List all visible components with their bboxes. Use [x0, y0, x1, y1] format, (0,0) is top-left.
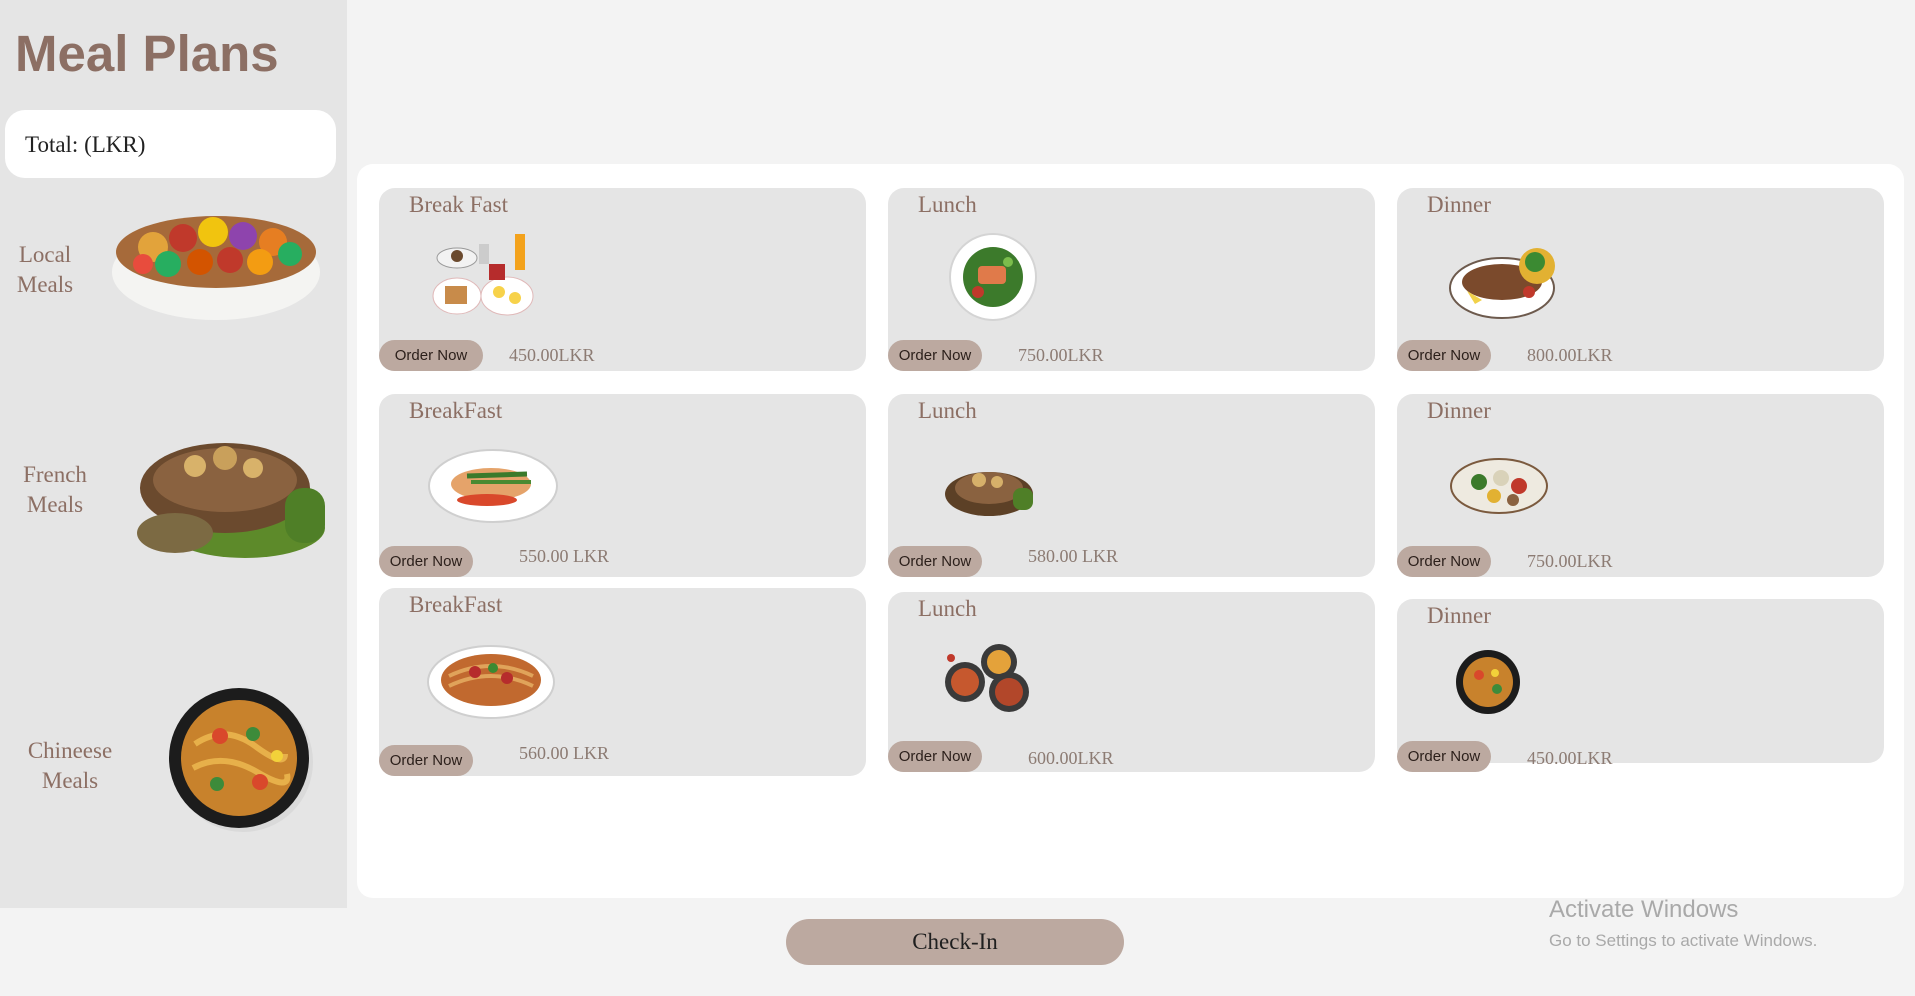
check-in-button[interactable]: Check-In: [786, 919, 1124, 965]
price-label: 750.00LKR: [1018, 345, 1104, 365]
category-local-meals[interactable]: Local Meals: [0, 190, 347, 390]
noodle-pan-icon: [169, 688, 313, 832]
category-french-meals[interactable]: French Meals: [0, 410, 347, 610]
order-now-button[interactable]: Order Now: [379, 745, 473, 776]
card-title: BreakFast: [409, 592, 503, 617]
meal-card-dinner-3: Dinner Order Now 450.00LKR: [1397, 599, 1884, 772]
price-label: 450.00LKR: [1527, 748, 1613, 768]
category-label: Local Meals: [10, 240, 80, 300]
breakfast-platter-icon: [432, 234, 534, 316]
fish-dinner-plate-icon: [1449, 248, 1555, 319]
category-label-line: Chineese: [27, 738, 113, 763]
fish-fillet-plate-icon: [428, 449, 558, 523]
price-label: 550.00 LKR: [519, 546, 609, 566]
order-now-button[interactable]: Order Now: [888, 741, 982, 772]
meal-card-lunch-1: Lunch Order Now 750.00LKR: [888, 188, 1375, 371]
bowls-set-icon: [945, 644, 1029, 712]
total-label: Total: (LKR): [25, 132, 146, 157]
price-label: 750.00LKR: [1527, 551, 1613, 571]
meal-card-dinner-1: Dinner Order Now 800.00LKR: [1397, 188, 1884, 371]
noodle-bowl-icon: [1456, 650, 1520, 714]
grilled-meat-icon: [945, 472, 1033, 516]
meal-card-breakfast-1: Break Fast Order Now 450.00LKR: [379, 188, 866, 371]
meal-card-breakfast-3: BreakFast Order Now 560.00 LKR: [379, 588, 866, 776]
order-now-button[interactable]: Order Now: [1397, 340, 1491, 371]
category-label-line: Meals: [16, 272, 74, 297]
activate-windows-subtitle: Go to Settings to activate Windows.: [1549, 931, 1818, 950]
order-now-button[interactable]: Order Now: [1397, 546, 1491, 577]
order-now-button[interactable]: Order Now: [1397, 741, 1491, 772]
grilled-steak-icon: [137, 443, 325, 558]
activate-windows-title: Activate Windows: [1549, 896, 1739, 923]
meal-card-dinner-2: Dinner Order Now 750.00LKR: [1397, 394, 1884, 577]
price-label: 600.00LKR: [1028, 748, 1114, 768]
card-title: BreakFast: [409, 398, 503, 423]
total-panel: Total: (LKR): [5, 110, 336, 178]
meal-card-lunch-2: Lunch Order Now 580.00 LKR: [888, 394, 1375, 577]
category-chinese-meals[interactable]: Chineese Meals: [0, 688, 347, 890]
card-title: Lunch: [918, 192, 977, 217]
card-title: Dinner: [1427, 192, 1491, 217]
order-now-button[interactable]: Order Now: [888, 340, 982, 371]
card-title: Lunch: [918, 398, 977, 423]
price-label: 800.00LKR: [1527, 345, 1613, 365]
meal-card-lunch-3: Lunch Order Now 600.00LKR: [888, 592, 1375, 772]
category-label-line: French: [23, 462, 87, 487]
card-title: Dinner: [1427, 603, 1491, 628]
order-now-button[interactable]: Order Now: [379, 546, 473, 577]
page-title: Meal Plans: [15, 25, 279, 82]
card-title: Dinner: [1427, 398, 1491, 423]
salmon-salad-plate-icon: [949, 233, 1037, 321]
price-label: 560.00 LKR: [519, 743, 609, 763]
meal-grid-panel: Break Fast Order Now 450.00LKR Lunch Ord…: [357, 164, 1904, 898]
price-label: 580.00 LKR: [1028, 546, 1118, 566]
category-label-line: Meals: [26, 492, 84, 517]
category-label: French Meals: [10, 460, 100, 520]
order-now-button[interactable]: Order Now: [888, 546, 982, 577]
category-label-line: Local: [18, 242, 72, 267]
sidebar: Meal Plans Total: (LKR) Local Meals Fren…: [0, 0, 347, 908]
category-label-line: Meals: [41, 768, 99, 793]
category-label: Chineese Meals: [15, 736, 125, 796]
order-now-button[interactable]: Order Now: [379, 340, 483, 371]
spaghetti-plate-icon: [427, 645, 555, 719]
mixed-plate-icon: [1450, 458, 1548, 514]
card-title: Lunch: [918, 596, 977, 621]
meal-card-breakfast-2: BreakFast Order Now 550.00 LKR: [379, 394, 866, 577]
card-title: Break Fast: [409, 192, 509, 217]
salad-bowl-icon: [112, 216, 320, 320]
price-label: 450.00LKR: [509, 345, 595, 365]
